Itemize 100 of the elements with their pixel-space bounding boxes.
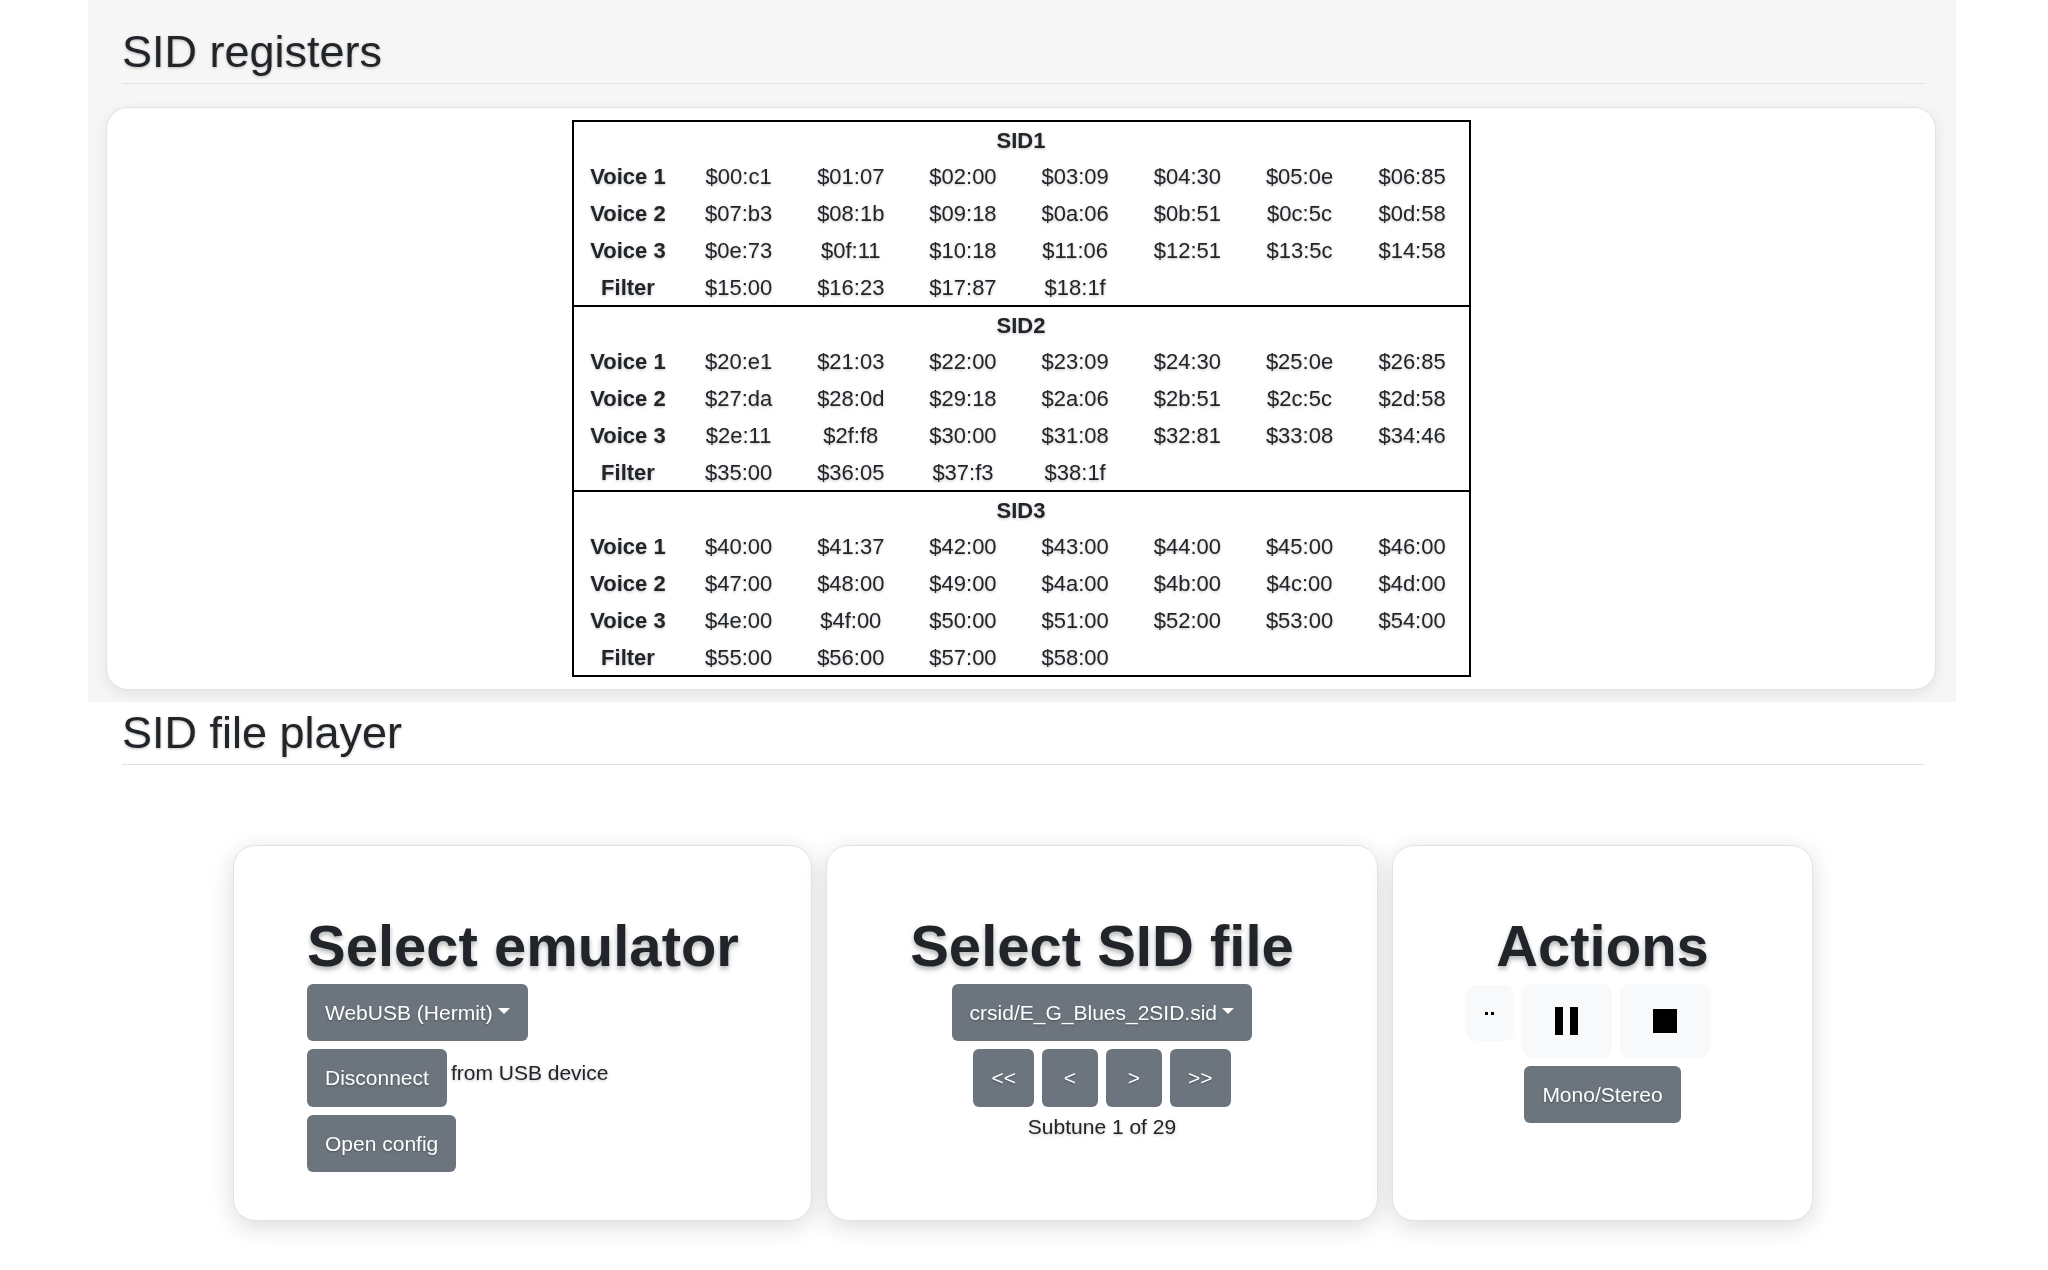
subtune-nav-button[interactable]: < (1042, 1049, 1098, 1107)
subtune-label: Subtune 1 of 29 (1027, 1113, 1177, 1140)
card-title: Actions (1496, 914, 1709, 978)
device-note: from USB device (450, 1060, 609, 1087)
mono-stereo-button[interactable]: Mono/Stereo (1524, 1065, 1681, 1124)
subtune-nav-button[interactable]: >> (1170, 1049, 1231, 1107)
section-heading: SID file player (122, 702, 1924, 765)
register-value: $09:18 (929, 201, 997, 226)
register-value: $07:b3 (704, 201, 773, 226)
register-value: $03:09 (1041, 164, 1109, 189)
row-label: Voice 2 (590, 571, 666, 596)
register-value: $16:23 (817, 274, 885, 300)
register-value: $31:08 (1041, 423, 1109, 448)
register-value: $10:18 (929, 238, 997, 263)
register-value: $30:00 (929, 423, 997, 448)
register-value: $54:00 (1378, 608, 1446, 633)
row-label: Voice 1 (590, 534, 666, 559)
chip-heading: SID1 (996, 127, 1046, 153)
register-value: $18:1f (1044, 274, 1106, 300)
card-title: Select emulator (307, 914, 740, 978)
register-value: $46:00 (1378, 534, 1446, 559)
register-value: $24:30 (1153, 349, 1221, 374)
register-value: $56:00 (817, 644, 885, 670)
row-label: Filter (601, 274, 655, 300)
register-value: $41:37 (817, 534, 885, 559)
row-label: Voice 2 (590, 201, 666, 226)
register-value: $05:0e (1265, 164, 1334, 189)
register-value: $4f:00 (820, 608, 882, 633)
register-value: $4a:00 (1041, 571, 1109, 596)
register-value: $21:03 (817, 349, 885, 374)
register-value: $2a:06 (1041, 386, 1109, 411)
register-value: $33:08 (1265, 423, 1334, 448)
register-value: $34:46 (1378, 423, 1446, 448)
register-value: $58:00 (1041, 644, 1109, 670)
register-value: $02:00 (929, 164, 997, 189)
emulator-dropdown[interactable]: WebUSB (Hermit) (307, 983, 528, 1042)
register-value: $2f:f8 (823, 423, 879, 448)
register-value: $4e:00 (704, 608, 773, 633)
register-value: $0f:11 (821, 238, 881, 263)
row-label: Voice 1 (590, 349, 666, 374)
register-value: $36:05 (817, 459, 885, 485)
register-value: $27:da (704, 386, 773, 411)
register-value: $4c:00 (1266, 571, 1333, 596)
register-value: $0a:06 (1041, 201, 1109, 226)
register-value: $45:00 (1265, 534, 1334, 559)
register-value: $32:81 (1153, 423, 1221, 448)
register-value: $2c:5c (1267, 386, 1332, 411)
register-value: $20:e1 (704, 349, 773, 374)
subtune-nav-button[interactable]: << (973, 1049, 1034, 1107)
register-value: $15:00 (704, 274, 773, 300)
row-label: Voice 3 (590, 238, 666, 263)
row-label: Filter (601, 459, 655, 485)
register-value: $37:f3 (932, 459, 994, 485)
register-value: $29:18 (929, 386, 997, 411)
register-value: $04:30 (1153, 164, 1221, 189)
register-value: $4d:00 (1378, 571, 1446, 596)
register-value: $14:58 (1378, 238, 1446, 263)
register-value: $51:00 (1041, 608, 1109, 633)
register-value: $38:1f (1044, 459, 1106, 485)
subtune-nav-button[interactable]: > (1106, 1049, 1162, 1107)
register-value: $2e:11 (705, 423, 772, 448)
chip-heading: SID3 (996, 497, 1046, 523)
register-value: $42:00 (929, 534, 997, 559)
register-value: $47:00 (704, 571, 773, 596)
dots-button[interactable] (1465, 985, 1514, 1042)
stop-button[interactable] (1619, 983, 1710, 1058)
register-value: $2d:58 (1378, 386, 1446, 411)
row-label: Filter (601, 644, 655, 670)
register-value: $49:00 (929, 571, 997, 596)
open-config-button[interactable]: Open config (307, 1114, 457, 1173)
register-value: $0b:51 (1153, 201, 1221, 226)
register-value: $0e:73 (704, 238, 773, 263)
register-value: $06:85 (1378, 164, 1446, 189)
disconnect-button[interactable]: Disconnect (307, 1049, 447, 1107)
row-label: Voice 3 (590, 423, 666, 448)
register-value: $0c:5c (1267, 201, 1332, 226)
row-label: Voice 3 (590, 608, 666, 633)
sid-file-dropdown[interactable]: crsid/E_G_Blues_2SID.sid (951, 983, 1253, 1042)
register-value: $48:00 (817, 571, 885, 596)
register-value: $12:51 (1153, 238, 1221, 263)
register-value: $55:00 (704, 644, 773, 670)
register-value: $00:c1 (705, 164, 772, 189)
register-value: $0d:58 (1378, 201, 1446, 226)
register-value: $57:00 (929, 644, 997, 670)
pause-button[interactable] (1521, 983, 1612, 1058)
register-value: $13:5c (1266, 238, 1333, 263)
section-heading: SID registers (122, 0, 1924, 84)
register-value: $23:09 (1041, 349, 1109, 374)
register-value: $35:00 (704, 459, 773, 485)
pause-icon (1555, 1006, 1578, 1035)
register-value: $53:00 (1265, 608, 1334, 633)
register-value: $25:0e (1265, 349, 1334, 374)
register-value: $40:00 (704, 534, 773, 559)
register-value: $52:00 (1153, 608, 1221, 633)
register-value: $17:87 (929, 274, 997, 300)
stop-icon (1652, 1008, 1677, 1033)
dots-icon (1485, 1011, 1494, 1015)
chip-heading: SID2 (996, 312, 1046, 338)
register-value: $2b:51 (1153, 386, 1221, 411)
register-value: $43:00 (1041, 534, 1109, 559)
